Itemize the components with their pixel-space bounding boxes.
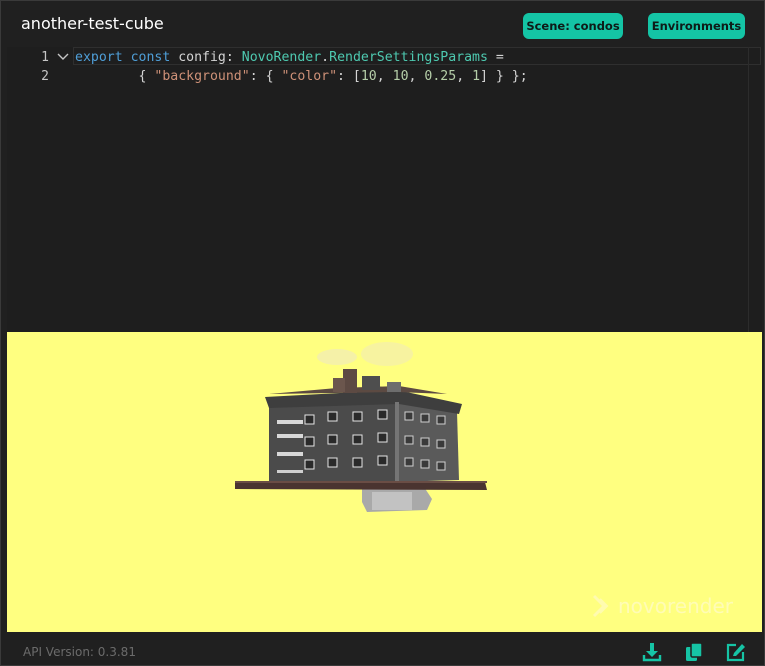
token-string: "background" xyxy=(154,69,250,84)
watermark-text: novorender xyxy=(618,594,734,618)
token-type: NovoRender xyxy=(241,50,322,65)
code-editor[interactable]: 1 2 export const config: NovoRender.Rend… xyxy=(7,47,762,332)
code-line-2: { "background": { "color": [10, 10, 0.25… xyxy=(75,69,528,84)
token-operator: = xyxy=(487,50,504,65)
download-icon[interactable] xyxy=(641,641,663,663)
token-punct: , xyxy=(408,69,425,84)
token-number: 10 xyxy=(392,69,409,84)
fold-chevron-icon[interactable] xyxy=(57,52,69,62)
token-identifier: config: xyxy=(170,50,242,65)
app-window: another-test-cube Scene: condos Environm… xyxy=(0,0,765,666)
token-keyword: export xyxy=(75,50,123,65)
header: another-test-cube Scene: condos Environm… xyxy=(1,1,764,47)
token-punct: ] } }; xyxy=(480,69,528,84)
token-punct: . xyxy=(321,50,330,65)
token-punct: , xyxy=(376,69,393,84)
token-punct: { xyxy=(75,69,155,84)
token-type: RenderSettingsParams xyxy=(329,50,488,65)
building-model xyxy=(235,342,487,512)
edit-icon[interactable] xyxy=(725,641,747,663)
code-line-1: export const config: NovoRender.RenderSe… xyxy=(75,50,504,65)
token-number: 0.25 xyxy=(424,69,457,84)
scene-button[interactable]: Scene: condos xyxy=(523,13,623,39)
environments-button[interactable]: Environments xyxy=(648,13,745,39)
token-punct: , xyxy=(456,69,473,84)
watermark-logo: novorender xyxy=(592,594,734,618)
line-number: 1 xyxy=(41,50,49,65)
token-keyword: const xyxy=(130,50,171,65)
copy-icon[interactable] xyxy=(683,641,705,663)
api-version: API Version: 0.3.81 xyxy=(23,645,136,659)
token-number: 10 xyxy=(360,69,377,84)
token-punct: : [ xyxy=(337,69,361,84)
page-title: another-test-cube xyxy=(21,14,164,33)
line-number: 2 xyxy=(41,69,49,84)
footer: API Version: 0.3.81 xyxy=(1,633,764,665)
editor-gutter: 1 2 xyxy=(7,47,69,332)
editor-scrollbar[interactable] xyxy=(748,47,762,332)
token-punct: : { xyxy=(249,69,282,84)
token-string: "color" xyxy=(281,69,338,84)
render-viewport[interactable]: novorender xyxy=(7,332,762,632)
token-number: 1 xyxy=(472,69,481,84)
